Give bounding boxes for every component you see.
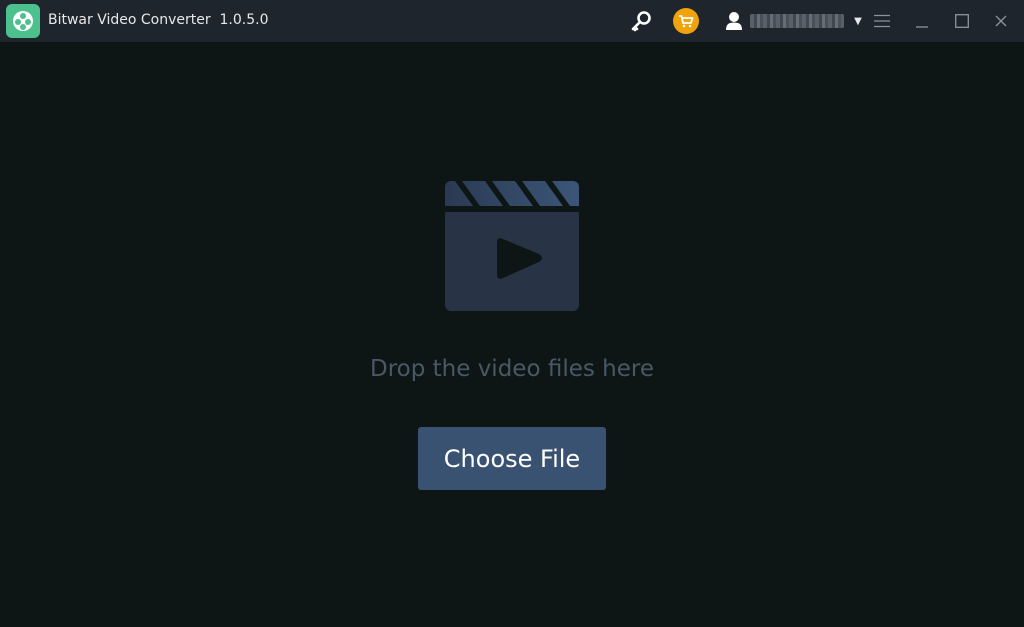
title-bar: Bitwar Video Converter 1.0.5.0 ▼ <box>0 0 1024 42</box>
minimize-icon[interactable] <box>910 10 934 32</box>
key-icon[interactable] <box>628 8 654 34</box>
username-redacted[interactable] <box>750 14 844 28</box>
user-icon[interactable] <box>724 10 744 32</box>
hamburger-menu-icon[interactable] <box>871 11 893 31</box>
app-logo-icon <box>6 4 40 38</box>
cart-icon[interactable] <box>673 8 699 34</box>
maximize-icon[interactable] <box>950 10 974 32</box>
drop-hint-text: Drop the video files here <box>370 356 654 382</box>
app-title: Bitwar Video Converter 1.0.5.0 <box>48 12 269 28</box>
drop-zone[interactable] <box>0 42 1024 627</box>
caret-down-icon[interactable]: ▼ <box>851 14 865 28</box>
close-icon[interactable] <box>989 10 1013 32</box>
video-clapperboard-icon <box>445 181 579 311</box>
choose-file-button[interactable]: Choose File <box>418 427 606 490</box>
